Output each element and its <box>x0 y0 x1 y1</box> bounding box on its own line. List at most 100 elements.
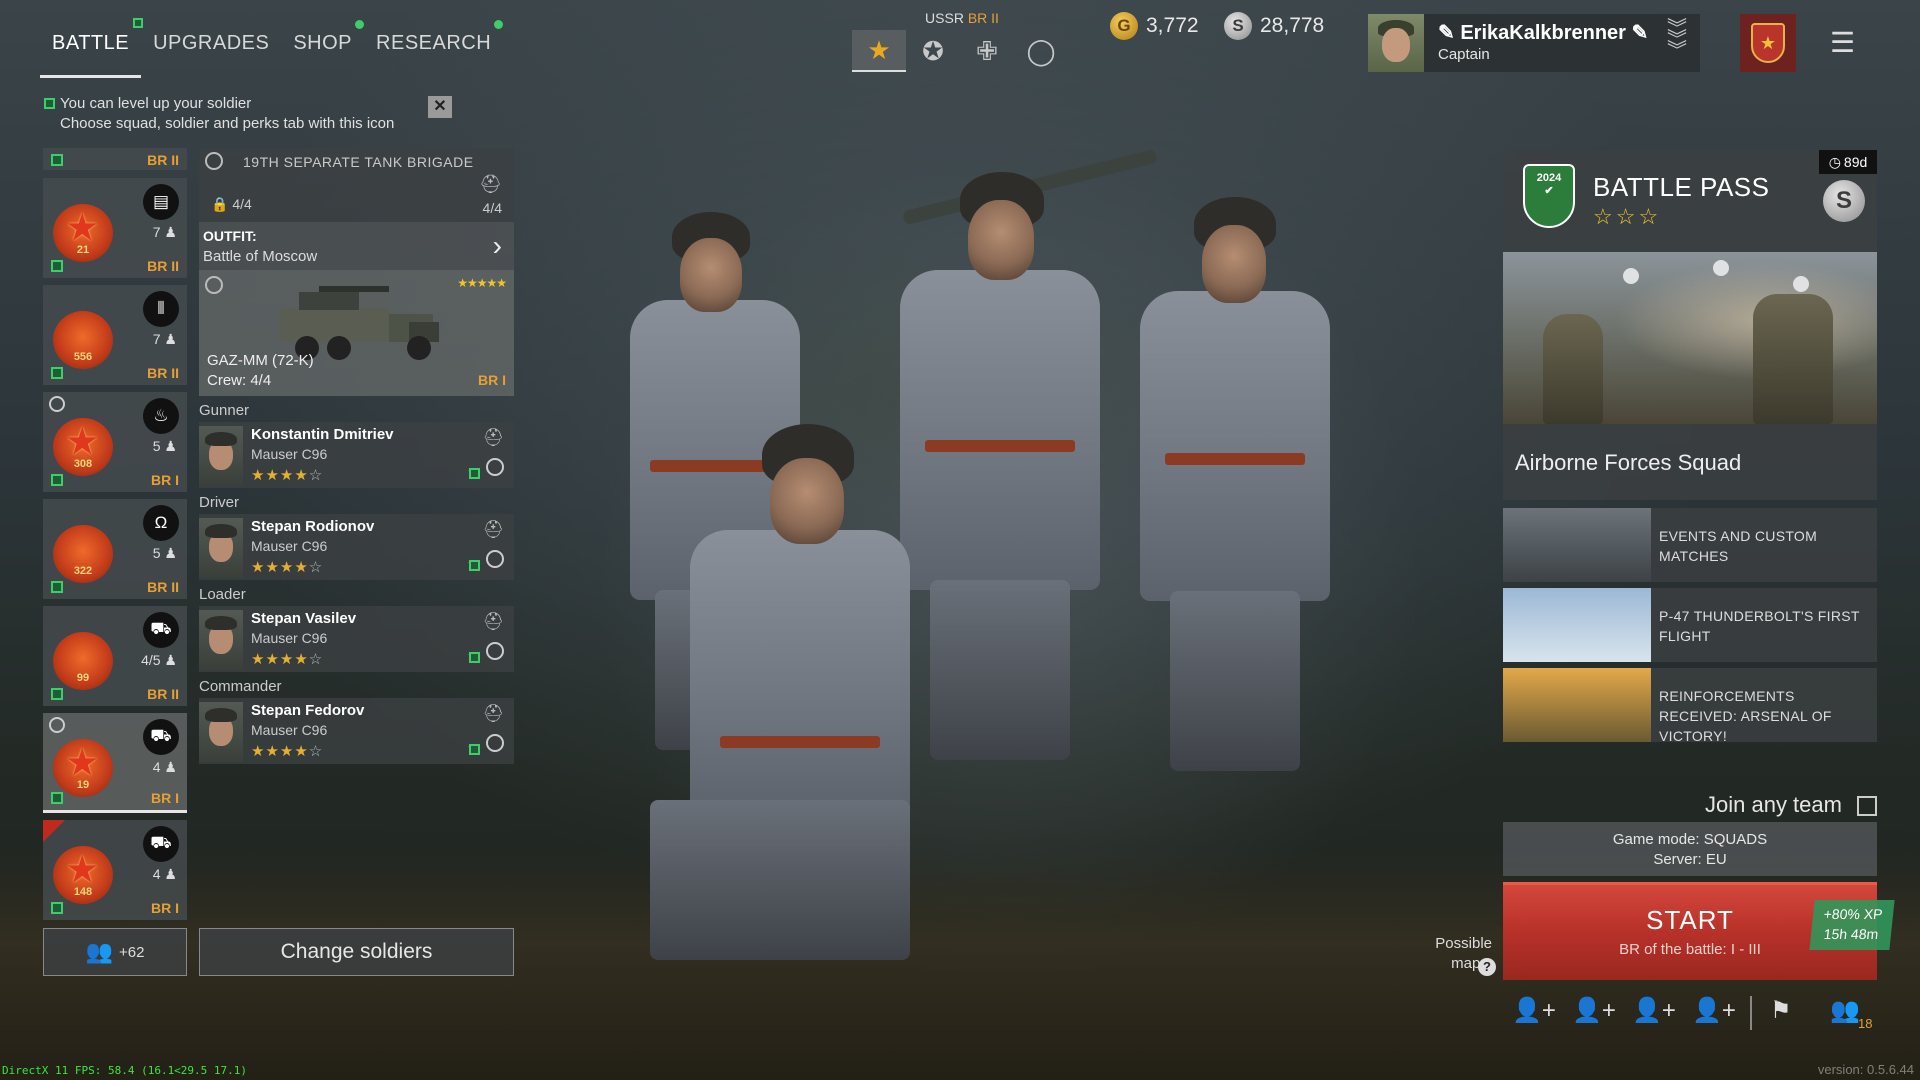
flag-icon[interactable]: ⚑ <box>1770 996 1792 1025</box>
hint-close-button[interactable]: ✕ <box>428 96 452 118</box>
unit-name: 19TH SEPARATE TANK BRIGADE <box>243 154 474 170</box>
vehicle-crew: Crew: 4/4 <box>207 372 272 389</box>
gold-currency[interactable]: G 3,772 <box>1110 12 1199 40</box>
battle-pass-stars: ☆☆☆ <box>1593 204 1662 229</box>
new-flag-icon <box>43 820 65 842</box>
role-label: Loader <box>199 586 246 603</box>
squad-card[interactable]: 99 ⛟ 4/5 ♟ BR II <box>43 606 187 706</box>
scene-soldier-right <box>1120 195 1350 795</box>
squad-emblem: 148 <box>53 846 113 904</box>
army-emblem-button[interactable]: ★ <box>1740 14 1796 72</box>
battle-pass-card[interactable]: 2024 ✔ BATTLE PASS ☆☆☆ ◷ 89d S Airborne F… <box>1503 150 1877 500</box>
chevron-right-icon: › <box>492 230 502 261</box>
soldier-rating: ★★★★☆ <box>251 467 324 484</box>
soldier-rating: ★★★★☆ <box>251 559 324 576</box>
squad-emblem: 21 <box>53 204 113 262</box>
soldier-portrait <box>199 426 243 486</box>
squad-members-icon[interactable]: 👥 <box>1830 996 1860 1025</box>
battle-pass-squad: Airborne Forces Squad <box>1515 450 1742 475</box>
nation-br: BR II <box>967 10 999 26</box>
soldier-rating: ★★★★☆ <box>251 651 324 668</box>
event-card[interactable]: P-47 THUNDERBOLT'S FIRST FLIGHT <box>1503 588 1877 662</box>
silver-coin-icon: S <box>1224 12 1252 40</box>
circle-icon[interactable]: ◯ <box>1014 30 1068 72</box>
soldier-row[interactable]: Stepan Rodionov Mauser C96 ★★★★☆ ⛑ ⌃ <box>199 514 514 580</box>
cross-icon[interactable]: ✙ <box>960 30 1014 72</box>
hint-line1: You can level up your soldier <box>60 95 252 112</box>
event-thumbnail <box>1503 588 1651 662</box>
role-label: Gunner <box>199 402 250 419</box>
soldier-row[interactable]: Stepan Fedorov Mauser C96 ★★★★☆ ⛑ ⌃ <box>199 698 514 764</box>
level-up-icon <box>469 560 480 571</box>
game-mode-info[interactable]: Game mode: SQUADS Server: EU <box>1503 822 1877 876</box>
squad-emblem: 322 <box>53 525 113 583</box>
tab-battle[interactable]: BATTLE <box>40 18 144 78</box>
invite-player-icon[interactable]: 👤+ <box>1572 996 1616 1025</box>
squad-card[interactable]: 308 ♨ 5 ♟ BR I <box>43 392 187 492</box>
helmet-icon: ⛑ <box>482 428 504 447</box>
helmet-icon: ⛑ <box>482 612 504 631</box>
medal-icon[interactable]: ✪ <box>906 30 960 72</box>
squad-card[interactable]: 21 ▤ 7 ♟ BR II <box>43 178 187 278</box>
squad-card-partial[interactable]: BR II <box>43 148 187 170</box>
silver-amount: 28,778 <box>1260 14 1325 37</box>
reserve-button[interactable]: 👥 +62 <box>43 928 187 976</box>
medal-icon <box>205 152 223 170</box>
helmet-icon: ⛑ <box>482 520 504 539</box>
silver-currency[interactable]: S 28,778 <box>1224 12 1324 40</box>
tank-icon: ⛟ <box>143 719 179 755</box>
squad-detail: 19TH SEPARATE TANK BRIGADE ⛑ 🔒 4/4 4/4 O… <box>199 148 514 764</box>
change-soldiers-button[interactable]: Change soldiers <box>199 928 514 976</box>
invite-player-icon[interactable]: 👤+ <box>1512 996 1556 1025</box>
squad-card[interactable]: 148 ⛟ 4 ♟ BR I <box>43 820 187 920</box>
ammo-icon: ⦀ <box>143 291 179 327</box>
invite-player-icon[interactable]: 👤+ <box>1692 996 1736 1025</box>
gold-amount: 3,772 <box>1146 14 1199 37</box>
silver-coin-icon: S <box>1823 180 1865 222</box>
notification-dot <box>355 20 365 29</box>
squad-card[interactable]: 322 Ω 5 ♟ BR II <box>43 499 187 599</box>
squad-members-count: 18 <box>1858 1016 1873 1031</box>
tab-shop[interactable]: SHOP <box>281 18 365 78</box>
event-card[interactable]: EVENTS AND CUSTOM MATCHES <box>1503 508 1877 582</box>
soldier-row[interactable]: Stepan Vasilev Mauser C96 ★★★★☆ ⛑ ⌃ <box>199 606 514 672</box>
divider <box>1750 996 1752 1030</box>
level-up-icon <box>469 652 480 663</box>
tab-research[interactable]: RESEARCH <box>364 18 504 78</box>
battle-pass-title: BATTLE PASS <box>1593 172 1770 202</box>
menu-icon[interactable]: ☰ <box>1830 26 1855 59</box>
join-any-team-checkbox[interactable] <box>1857 796 1877 816</box>
squad-capacity-2: 4/4 <box>482 200 502 216</box>
avatar <box>1368 14 1424 72</box>
invite-player-icon[interactable]: 👤+ <box>1632 996 1676 1025</box>
squad-card[interactable]: 556 ⦀ 7 ♟ BR II <box>43 285 187 385</box>
level-up-icon <box>44 98 55 109</box>
star-icon[interactable]: ★ <box>852 30 906 72</box>
vehicle-card[interactable]: ★★★★★ GAZ-MM (72-K) Crew: 4/4 BR I <box>199 270 514 396</box>
nation-selector: USSR BR II ★ ✪ ✙ ◯ <box>852 10 1072 72</box>
possible-maps-help-icon[interactable]: ? <box>1478 958 1496 976</box>
squad-card-selected[interactable]: 19 ⛟ 4 ♟ BR I <box>43 713 187 813</box>
soldier-portrait <box>199 702 243 762</box>
version-label: version: 0.5.6.44 <box>1817 1062 1914 1077</box>
level-up-icon <box>51 260 63 272</box>
soldier-row[interactable]: Konstantin Dmitriev Mauser C96 ★★★★☆ ⛑ ⌃ <box>199 422 514 488</box>
event-thumbnail <box>1503 668 1651 742</box>
event-card[interactable]: REINFORCEMENTS RECEIVED: ARSENAL OF VICT… <box>1503 668 1877 744</box>
player-profile[interactable]: ✎ ErikaKalkbrenner ✎ Captain ︾ ︾ ︾ <box>1368 14 1700 72</box>
fps-counter: DirectX 11 FPS: 58.4 (16.1<29.5 17.1) <box>2 1064 248 1077</box>
join-any-team-label: Join any team <box>1705 792 1842 817</box>
tab-upgrades[interactable]: UPGRADES <box>141 18 281 78</box>
event-thumbnail <box>1503 508 1651 582</box>
outfit-selector[interactable]: OUTFIT: Battle of Moscow › <box>199 222 514 270</box>
main-tabs: BATTLE UPGRADES SHOP RESEARCH <box>40 18 504 78</box>
shield-star-icon: ★ <box>1751 23 1785 63</box>
player-name: ✎ ErikaKalkbrenner ✎ <box>1438 22 1649 44</box>
vehicle-name: GAZ-MM (72-K) <box>207 352 314 369</box>
headphones-icon: Ω <box>143 505 179 541</box>
level-up-icon <box>51 367 63 379</box>
medal-icon <box>486 642 504 660</box>
tank-icon: ⛟ <box>143 826 179 862</box>
squad-emblem: 99 <box>53 632 113 690</box>
level-up-icon <box>51 688 63 700</box>
